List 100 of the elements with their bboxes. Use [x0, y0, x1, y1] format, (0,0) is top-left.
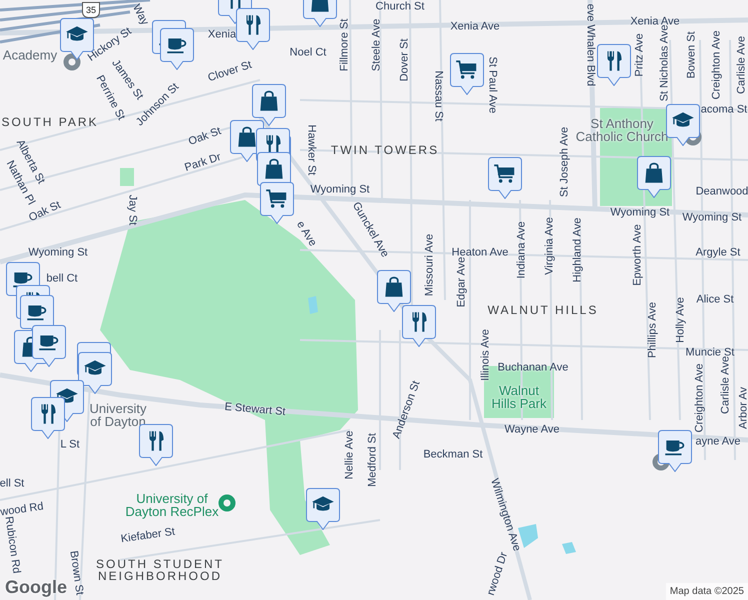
- street-label: bell Ct: [46, 274, 78, 284]
- street-label: Holly Ave: [676, 297, 686, 343]
- map-marker[interactable]: [78, 352, 112, 394]
- street-label: Creighton Ave: [712, 30, 722, 100]
- street-label: ayne Ave: [695, 436, 741, 448]
- shopping-bag-icon: [645, 164, 663, 183]
- street-label: Oak St: [187, 126, 223, 148]
- shopping-bag-icon: [238, 128, 256, 147]
- street-label: Dover St: [400, 38, 410, 82]
- street-label: Jay St: [126, 194, 138, 226]
- street-label: Heaton Ave: [452, 248, 508, 258]
- street-label: Fillmore St: [340, 18, 350, 72]
- route-shield: 35: [82, 2, 100, 18]
- neighborhood-label: WALNUT HILLS: [488, 304, 598, 316]
- street-label: Creighton Ave: [694, 364, 706, 432]
- street-label: Virginia Ave: [544, 217, 556, 275]
- street-label: Way: [130, 2, 150, 28]
- location-pin-icon: [64, 54, 80, 70]
- street-label: Bowen St: [686, 31, 698, 79]
- street-label: Highland Ave: [572, 218, 584, 282]
- graduation-cap-icon: [312, 496, 334, 511]
- street-label: Noel Ct: [290, 48, 326, 58]
- map-marker[interactable]: [488, 157, 522, 199]
- map-provider-logo: Google: [5, 578, 67, 596]
- pond: [562, 542, 576, 554]
- street-label: L St: [60, 440, 80, 450]
- street-label: Arbor Av: [738, 387, 748, 429]
- street-label: Missouri Ave: [424, 234, 436, 296]
- map-marker[interactable]: [306, 488, 340, 530]
- street-label: Wyoming St: [682, 212, 742, 224]
- street-label: Buchanan Ave: [498, 362, 568, 374]
- map-marker[interactable]: [160, 28, 194, 70]
- coffee-cup-icon: [167, 38, 186, 54]
- street-label: Epworth Ave: [632, 224, 644, 286]
- street-label: Medford St: [368, 433, 378, 487]
- map-marker[interactable]: [252, 84, 286, 126]
- shopping-cart-icon: [494, 165, 514, 183]
- street-label: Alice St: [696, 294, 734, 306]
- street-label: ell St: [0, 478, 24, 490]
- street-label: Xenia Ave: [450, 22, 500, 32]
- shopping-bag-icon: [265, 160, 283, 179]
- shopping-cart-icon: [456, 61, 476, 79]
- fork-knife-icon: [42, 404, 56, 424]
- neighborhood-label: TWIN TOWERS: [330, 144, 440, 156]
- street-label: Church St: [376, 2, 424, 12]
- street-label: acoma St: [700, 104, 748, 116]
- graduation-cap-icon: [66, 26, 88, 41]
- coffee-cup-icon: [27, 306, 46, 320]
- neighborhood-label: SOUTH STUDENT NEIGHBORHOOD: [96, 558, 224, 582]
- street-label: Kiefaber St: [120, 526, 176, 546]
- street-label: St Paul Ave: [486, 56, 498, 114]
- street-label: Edgar Ave: [456, 256, 468, 308]
- street-label: Indiana Ave: [516, 221, 528, 279]
- map-marker[interactable]: [637, 156, 671, 198]
- place-label: Academy: [2, 48, 58, 62]
- street-label: rwood Dr: [486, 551, 510, 597]
- place-label: St Anthony Catholic Church: [576, 117, 668, 143]
- fork-knife-icon: [608, 51, 622, 71]
- map-marker[interactable]: [31, 397, 65, 439]
- map-marker[interactable]: [402, 305, 436, 347]
- street-label: Nellie Ave: [344, 430, 356, 480]
- coffee-cup-icon: [39, 336, 58, 350]
- map-marker[interactable]: [658, 430, 692, 472]
- street-label: Xenia: [208, 30, 236, 40]
- street-label: Argyle St: [696, 248, 740, 258]
- graduation-cap-icon: [672, 112, 694, 127]
- shopping-bag-icon: [385, 278, 403, 297]
- fork-knife-icon: [150, 431, 164, 451]
- street-label: Park Dr: [184, 152, 222, 174]
- park-label: Walnut Hills Park: [492, 384, 546, 410]
- pond: [518, 524, 538, 548]
- street-label: e Ave: [294, 220, 318, 248]
- map-marker[interactable]: [236, 8, 270, 50]
- neighborhood-label: SOUTH PARK: [1, 116, 99, 128]
- street-label: St Joseph Ave: [560, 126, 570, 198]
- street-label: Wayne Ave: [504, 424, 560, 436]
- map-marker[interactable]: [32, 325, 66, 367]
- street-label: Clover St: [206, 60, 254, 84]
- map-marker[interactable]: [377, 270, 411, 312]
- street-label: Wyoming St: [28, 248, 88, 258]
- map-marker[interactable]: [666, 104, 700, 146]
- park-label: University of Dayton RecPlex: [125, 492, 219, 518]
- fork-knife-icon: [246, 15, 261, 35]
- map-marker[interactable]: [260, 182, 294, 224]
- park-area: [120, 168, 134, 186]
- shopping-cart-icon: [266, 190, 286, 208]
- graduation-cap-icon: [84, 360, 106, 375]
- location-pin-icon: [218, 494, 236, 512]
- street-label: Rubicon Rd: [2, 516, 22, 574]
- street-label: Wyoming St: [610, 208, 670, 218]
- shopping-bag-icon: [260, 92, 278, 111]
- street-label: eve Whalen Blvd: [584, 4, 596, 86]
- street-label: Brown St: [67, 550, 85, 596]
- pond: [308, 296, 318, 314]
- map-marker[interactable]: [450, 53, 484, 95]
- street-label: St Nicholas Ave: [660, 24, 670, 102]
- map-marker[interactable]: [597, 44, 631, 86]
- street-label: Wyoming St: [310, 184, 370, 196]
- coffee-cup-icon: [665, 440, 684, 456]
- map-attribution: Map data ©2025: [666, 583, 748, 600]
